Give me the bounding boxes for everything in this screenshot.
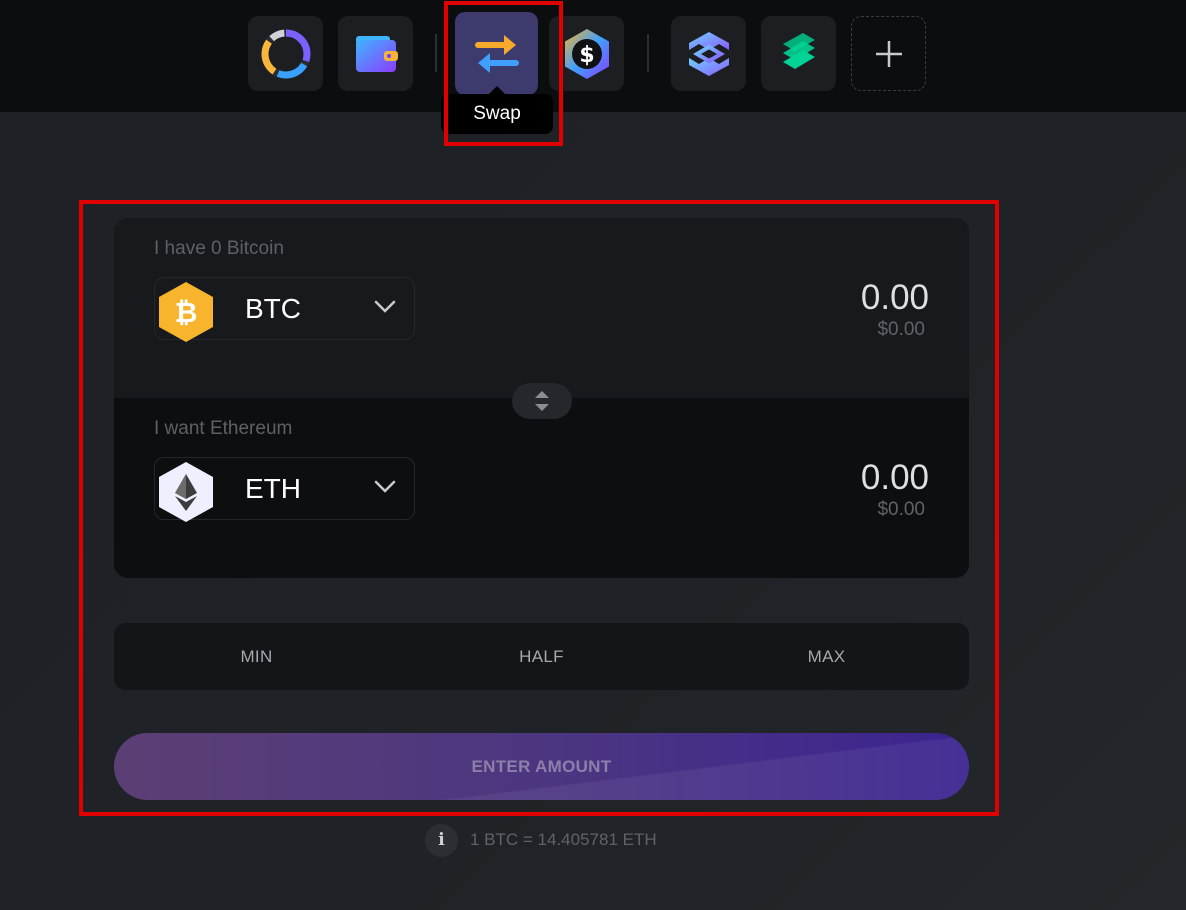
donut-chart-icon [261, 29, 310, 78]
min-button[interactable]: MIN [114, 623, 399, 690]
to-pane: I want Ethereum ETH 0.00 $0.00 [114, 398, 969, 578]
info-icon[interactable]: i [425, 823, 458, 857]
bitcoin-icon: ₿ [159, 282, 213, 342]
to-ticker: ETH [245, 473, 301, 504]
svg-text:$: $ [579, 43, 594, 68]
add-app-button[interactable] [851, 16, 926, 91]
from-pane: I have 0 Bitcoin ₿ BTC 0.00 $0.00 [114, 218, 969, 398]
dollar-hexagon-icon: $ [564, 28, 609, 79]
wallet-icon [355, 35, 398, 72]
flip-direction-button[interactable] [512, 383, 572, 419]
compound-logo-icon [782, 32, 815, 69]
app-portfolio-button[interactable] [248, 16, 323, 91]
app-divider [647, 34, 649, 72]
app-swap-button[interactable] [455, 12, 538, 95]
chevron-down-icon [374, 480, 396, 493]
swap-tooltip: Swap [441, 86, 553, 134]
enter-amount-button[interactable]: ENTER AMOUNT [114, 733, 969, 800]
from-ticker: BTC [245, 293, 301, 324]
app-bar: $ [0, 0, 1186, 112]
to-coin-dropdown[interactable]: ETH [154, 457, 415, 522]
exchange-rate-text: 1 BTC = 14.405781 ETH [470, 830, 657, 849]
app-exodus-button[interactable] [671, 16, 746, 91]
exchange-rate: i 1 BTC = 14.405781 ETH [425, 823, 657, 857]
svg-text:₿: ₿ [175, 296, 198, 329]
app-wallet-button[interactable] [338, 16, 413, 91]
from-label: I have 0 Bitcoin [154, 238, 284, 259]
half-button[interactable]: HALF [399, 623, 684, 690]
from-coin-dropdown[interactable]: ₿ BTC [154, 277, 415, 342]
chevron-down-icon [374, 300, 396, 313]
enter-amount-label: ENTER AMOUNT [471, 756, 612, 776]
swap-tooltip-label: Swap [473, 103, 521, 124]
to-fiat-value: $0.00 [877, 499, 925, 520]
app-divider [435, 34, 437, 72]
from-fiat-value: $0.00 [877, 319, 925, 340]
swap-vertical-icon [535, 391, 549, 411]
max-button[interactable]: MAX [684, 623, 969, 690]
ethereum-icon [159, 462, 213, 522]
app-stablecoin-button[interactable]: $ [549, 16, 624, 91]
to-amount[interactable]: 0.00 [861, 458, 929, 498]
swap-arrows-icon [474, 34, 519, 73]
to-label: I want Ethereum [154, 418, 293, 439]
from-amount[interactable]: 0.00 [861, 278, 929, 318]
plus-icon [875, 40, 902, 67]
exodus-logo-icon [688, 31, 729, 76]
amount-presets: MIN HALF MAX [114, 623, 969, 690]
app-compound-button[interactable] [761, 16, 836, 91]
